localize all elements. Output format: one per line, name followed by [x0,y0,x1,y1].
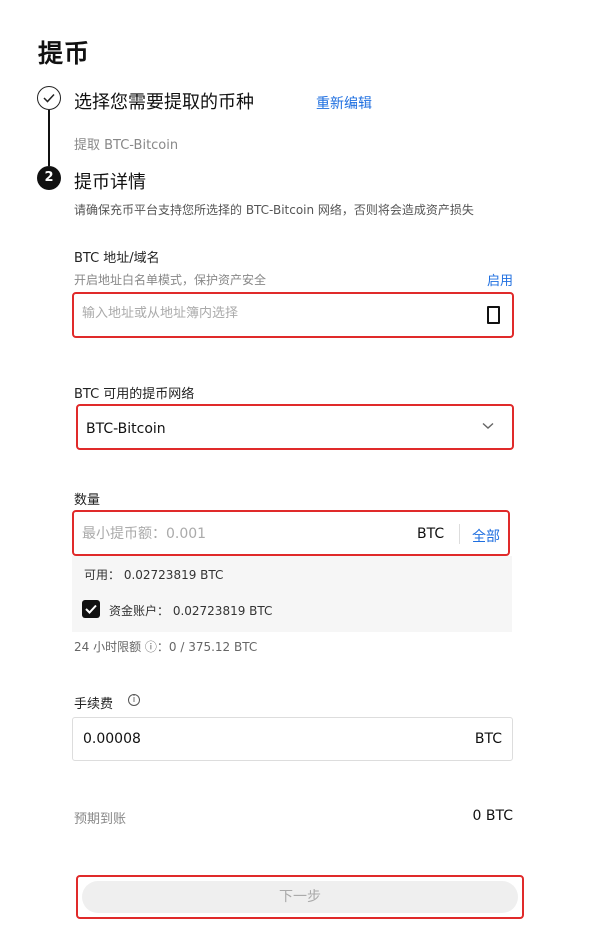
step1-done-icon [37,86,61,110]
next-button-highlight: 下一步 [76,875,524,919]
expected-arrival-value: 0 BTC [472,808,513,824]
next-button[interactable]: 下一步 [82,881,518,913]
available-balance: 可用： 0.02723819 BTC [84,568,224,582]
whitelist-enable-link[interactable]: 启用 [487,270,513,289]
amount-label: 数量 [74,493,101,508]
page-title: 提币 [38,39,91,68]
amount-input[interactable] [82,526,382,542]
amount-divider [459,524,460,544]
stepper-line [48,110,50,166]
address-input[interactable] [82,306,462,321]
fee-field: 0.00008 BTC [72,717,513,761]
fee-value: 0.00008 [83,731,141,747]
amount-field[interactable]: BTC 全部 [72,510,510,556]
chevron-down-icon [482,422,494,429]
amount-all-button[interactable]: 全部 [472,526,500,546]
fee-info-icon[interactable]: i [128,694,140,706]
expected-arrival-label: 预期到账 [74,812,127,827]
fund-account-balance: 资金账户： 0.02723819 BTC [109,604,273,618]
daily-limit: 24 小时限额 ⓘ：0 / 375.12 BTC [74,640,258,654]
fund-account-checkbox[interactable] [82,600,100,618]
fee-label: 手续费 [74,697,114,712]
address-book-icon[interactable] [487,306,500,324]
step2-number-badge: 2 [37,166,61,190]
network-select[interactable]: BTC-Bitcoin [76,404,514,450]
address-field[interactable] [72,292,514,338]
amount-unit: BTC [417,526,445,542]
whitelist-hint: 开启地址白名单模式，保护资产安全 [74,273,267,287]
fee-unit: BTC [474,731,502,747]
checkmark-icon [85,604,97,614]
network-selected-value: BTC-Bitcoin [86,421,166,437]
step1-title: 选择您需要提取的币种 [74,92,254,113]
address-label: BTC 地址/域名 [74,251,160,266]
network-label: BTC 可用的提币网络 [74,387,195,402]
step2-description: 请确保充币平台支持您所选择的 BTC-Bitcoin 网络，否则将会造成资产损失 [74,203,474,217]
available-balance-panel: 可用： 0.02723819 BTC 资金账户： 0.02723819 BTC [72,556,512,632]
step2-title: 提币详情 [74,172,146,193]
step1-selected-coin: 提取 BTC-Bitcoin [74,138,179,153]
reedit-link[interactable]: 重新编辑 [316,93,372,113]
